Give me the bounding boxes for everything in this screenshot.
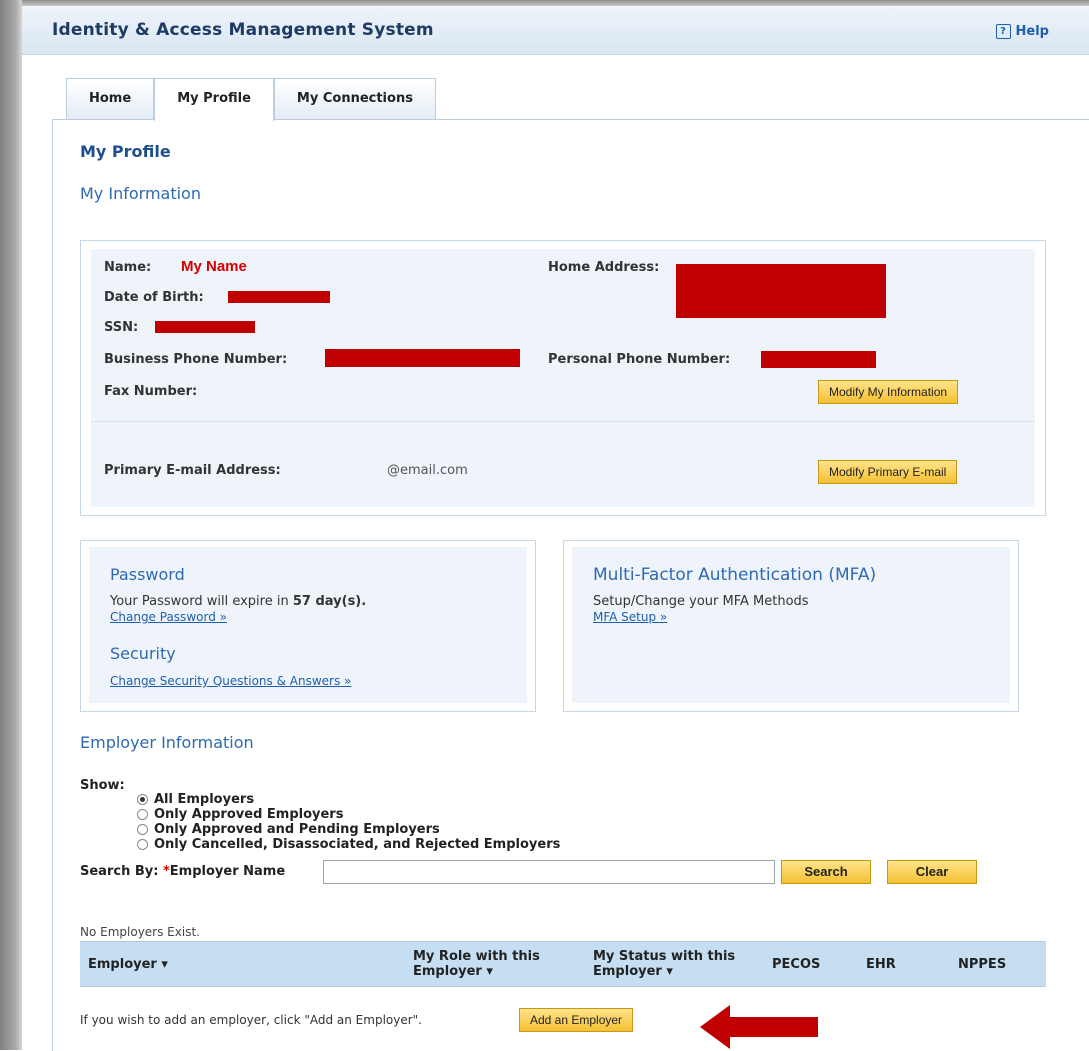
personal-phone-label: Personal Phone Number:	[548, 352, 731, 367]
col-pecos: PECOS	[772, 957, 821, 972]
password-expire-days: 57 day(s).	[292, 594, 367, 609]
info-divider	[91, 421, 1035, 422]
col-my-role-line2[interactable]: Employer ▾	[413, 965, 493, 979]
modify-my-information-button[interactable]: Modify My Information	[818, 380, 959, 404]
col-nppes: NPPES	[958, 957, 1007, 972]
employer-name-input[interactable]	[323, 860, 775, 884]
employer-table-header: Employer ▾ My Role with this Employer ▾ …	[80, 941, 1046, 987]
required-marker: *	[162, 864, 170, 879]
home-address-redaction	[676, 264, 886, 318]
employer-information-heading: Employer Information	[80, 733, 254, 752]
screenshot-frame: Identity & Access Management System ? He…	[0, 0, 1089, 1051]
radio-approved-employers[interactable]: Only Approved Employers	[137, 807, 343, 822]
col-ehr: EHR	[866, 957, 896, 972]
business-phone-redaction	[325, 349, 520, 367]
help-link[interactable]: ? Help	[995, 24, 1049, 39]
app-header: Identity & Access Management System ? He…	[22, 6, 1089, 55]
radio-button-checked[interactable]	[137, 794, 148, 805]
tab-home[interactable]: Home	[66, 78, 155, 119]
no-employers-message: No Employers Exist.	[80, 925, 200, 939]
add-employer-hint: If you wish to add an employer, click "A…	[80, 1013, 422, 1027]
help-label: Help	[1015, 24, 1049, 39]
search-button[interactable]: Search	[781, 860, 871, 884]
app-title: Identity & Access Management System	[52, 20, 434, 40]
modify-primary-email-button[interactable]: Modify Primary E-mail	[818, 460, 958, 484]
arrow-shape	[700, 1005, 818, 1049]
col-my-status-line1[interactable]: My Status with this	[593, 950, 735, 964]
email-label: Primary E-mail Address:	[104, 463, 281, 478]
mfa-setup-link[interactable]: MFA Setup »	[593, 610, 667, 624]
security-heading: Security	[110, 644, 176, 663]
radio-approved-pending-employers[interactable]: Only Approved and Pending Employers	[137, 822, 440, 837]
radio-button[interactable]	[137, 809, 148, 820]
help-icon: ?	[995, 24, 1011, 39]
password-expire-prefix: Your Password will expire in	[110, 594, 289, 609]
tab-my-profile[interactable]: My Profile	[154, 78, 274, 121]
radio-label: Only Approved Employers	[154, 807, 344, 822]
business-phone-label: Business Phone Number:	[104, 352, 288, 367]
ssn-redaction	[155, 321, 255, 333]
red-arrow-annotation	[700, 1005, 818, 1049]
name-value: My Name	[181, 258, 247, 275]
mfa-text: Setup/Change your MFA Methods	[593, 594, 809, 609]
dob-redaction	[228, 291, 330, 303]
mfa-heading: Multi-Factor Authentication (MFA)	[593, 565, 877, 585]
email-value: @email.com	[387, 463, 468, 478]
radio-button[interactable]	[137, 839, 148, 850]
tab-bar: Home My Profile My Connections	[66, 78, 436, 121]
change-password-link[interactable]: Change Password »	[110, 610, 227, 624]
search-by-label: Search By: *Employer Name	[80, 864, 285, 879]
col-my-role-line1[interactable]: My Role with this	[413, 950, 540, 964]
radio-cancelled-employers[interactable]: Only Cancelled, Disassociated, and Rejec…	[137, 837, 560, 852]
password-heading: Password	[110, 565, 185, 584]
password-expire-text: Your Password will expire in 57 day(s).	[110, 594, 366, 609]
radio-button[interactable]	[137, 824, 148, 835]
ssn-label: SSN:	[104, 320, 139, 335]
personal-phone-redaction	[761, 351, 876, 368]
tab-my-connections[interactable]: My Connections	[273, 78, 436, 119]
my-information-heading: My Information	[80, 184, 201, 203]
home-address-label: Home Address:	[548, 260, 660, 275]
employer-name-label: Employer Name	[169, 864, 286, 879]
name-label: Name:	[104, 260, 152, 275]
radio-label: Only Approved and Pending Employers	[154, 822, 440, 837]
show-label: Show:	[80, 778, 125, 793]
change-security-questions-link[interactable]: Change Security Questions & Answers »	[110, 674, 351, 688]
add-an-employer-button[interactable]: Add an Employer	[519, 1008, 634, 1032]
col-my-status-line2[interactable]: Employer ▾	[593, 965, 673, 979]
col-employer[interactable]: Employer ▾	[88, 958, 168, 972]
page-title: My Profile	[80, 142, 171, 161]
clear-button[interactable]: Clear	[887, 860, 977, 884]
dob-label: Date of Birth:	[104, 290, 204, 305]
frame-left-edge	[0, 0, 22, 1050]
search-by-text: Search By:	[80, 864, 159, 879]
fax-label: Fax Number:	[104, 384, 198, 399]
radio-all-employers[interactable]: All Employers	[137, 792, 254, 807]
radio-label: Only Cancelled, Disassociated, and Rejec…	[154, 837, 561, 852]
radio-label: All Employers	[154, 792, 255, 807]
